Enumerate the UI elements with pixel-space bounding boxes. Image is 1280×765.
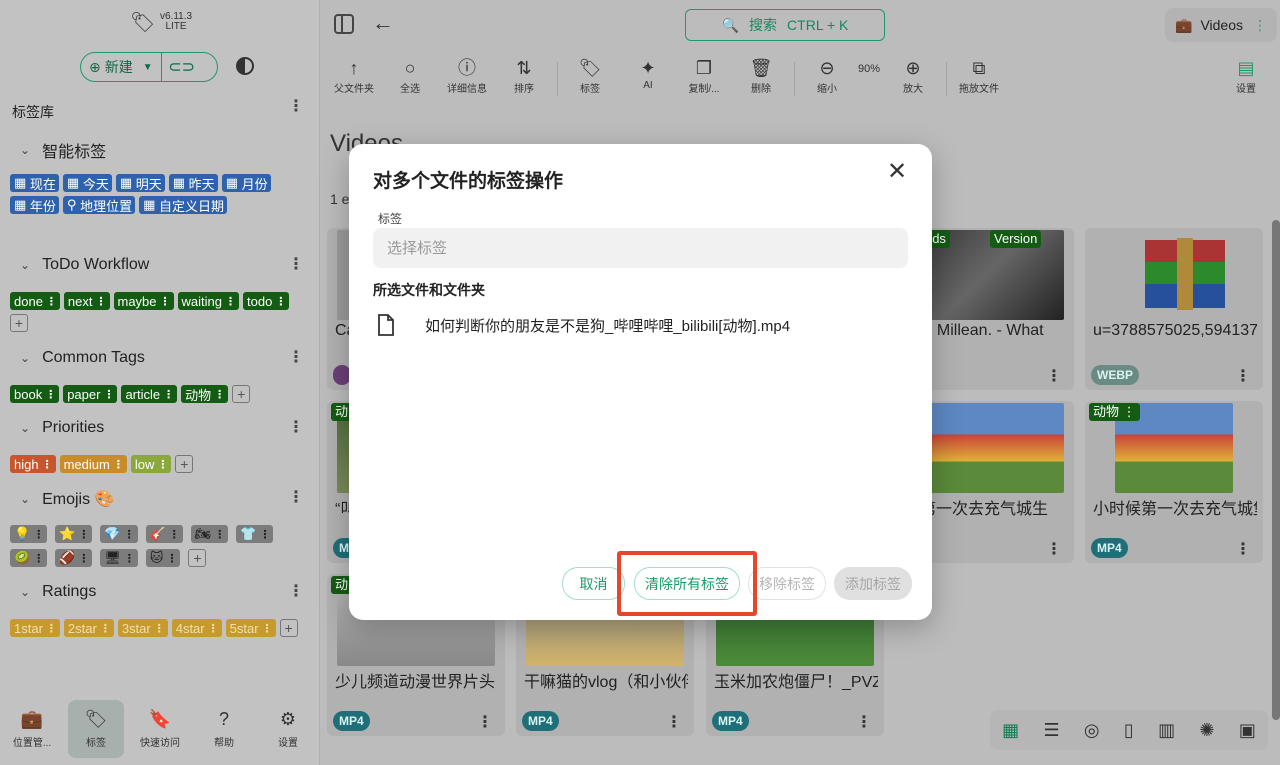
tags-field-label: 标签	[378, 212, 403, 226]
remove-tags-button[interactable]: 移除标签	[748, 567, 826, 600]
selected-file-name: 如何判断你的朋友是不是狗_哔哩哔哩_bilibili[动物].mp4	[425, 317, 791, 335]
tag-select-input[interactable]	[373, 228, 908, 268]
selected-files-title: 所选文件和文件夹	[373, 282, 485, 298]
close-icon[interactable]: ✕	[885, 160, 909, 184]
cancel-button[interactable]: 取消	[562, 567, 625, 600]
bulk-tag-dialog: 对多个文件的标签操作 ✕ 标签 所选文件和文件夹 如何判断你的朋友是不是狗_哔哩…	[349, 144, 932, 620]
add-tags-button[interactable]: 添加标签	[834, 567, 912, 600]
dialog-title: 对多个文件的标签操作	[373, 171, 564, 192]
modal-overlay: 对多个文件的标签操作 ✕ 标签 所选文件和文件夹 如何判断你的朋友是不是狗_哔哩…	[0, 0, 1280, 765]
file-icon	[378, 314, 394, 336]
clear-all-tags-button[interactable]: 清除所有标签	[634, 567, 740, 600]
app-root: 🏷 v6.11.3 LITE ⊕ 新建 ▼ ⊂⊃ 标签库 ⋮ ⌄ 智能标签 ▦ 现在…	[0, 0, 1280, 765]
selected-file-item: 如何判断你的朋友是不是狗_哔哩哔哩_bilibili[动物].mp4	[377, 314, 790, 336]
